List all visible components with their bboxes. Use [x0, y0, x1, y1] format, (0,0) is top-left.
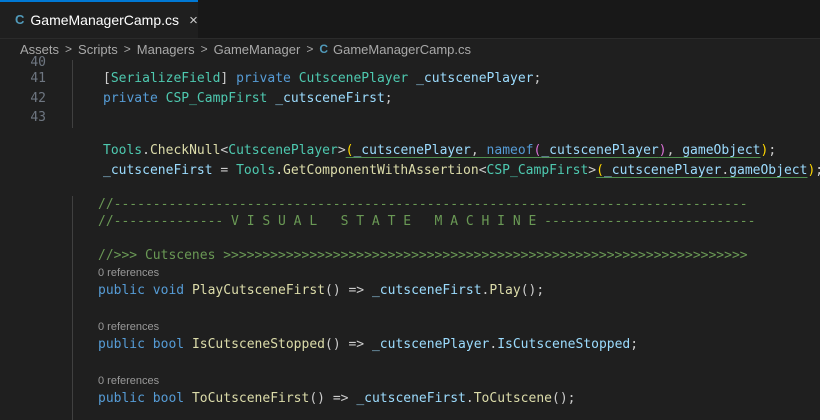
breadcrumb-item-managers[interactable]: Managers [137, 42, 195, 57]
tab-bar: C GameManagerCamp.cs × [0, 0, 820, 39]
breadcrumb-item-gamemanager[interactable]: GameManager [214, 42, 301, 57]
breadcrumb-item-file[interactable]: GameManagerCamp.cs [333, 42, 471, 57]
comment-line: //-------------- V I S U A L S T A T E M… [98, 214, 756, 229]
csharp-file-icon: C [319, 42, 329, 56]
indent-guide [72, 196, 73, 420]
chevron-right-icon: > [65, 42, 73, 56]
chevron-right-icon: > [200, 42, 208, 56]
code-line: [SerializeField] private CutscenePlayer … [103, 71, 542, 86]
codelens-references[interactable]: 0 references [98, 374, 159, 388]
code-line: Tools.CheckNull<CutscenePlayer>(_cutscen… [103, 143, 777, 158]
close-icon[interactable]: × [189, 12, 198, 29]
breadcrumb: Assets > Scripts > Managers > GameManage… [0, 38, 820, 60]
code-line: public bool ToCutsceneFirst() => _cutsce… [98, 391, 576, 406]
codelens-references[interactable]: 0 references [98, 266, 159, 280]
chevron-right-icon: > [306, 42, 314, 56]
line-number: 41 [30, 71, 46, 86]
tab-label: GameManagerCamp.cs [30, 12, 180, 28]
csharp-file-icon: C [15, 12, 25, 27]
chevron-right-icon: > [123, 42, 131, 56]
code-line: public bool IsCutsceneStopped() => _cuts… [98, 337, 639, 352]
comment-line: //>>> Cutscenes >>>>>>>>>>>>>>>>>>>>>>>>… [98, 248, 748, 263]
indent-guide [72, 60, 73, 128]
line-number: 43 [30, 110, 46, 125]
code-line: private CSP_CampFirst _cutsceneFirst; [103, 91, 393, 106]
code-line: _cutsceneFirst = Tools.GetComponentWithA… [103, 163, 820, 178]
tab-gamemanagercamp[interactable]: C GameManagerCamp.cs × [0, 0, 198, 38]
codelens-references[interactable]: 0 references [98, 320, 159, 334]
breadcrumb-item-scripts[interactable]: Scripts [78, 42, 118, 57]
line-number-gutter: 40 41 42 43 [0, 55, 60, 420]
code-line: public void PlayCutsceneFirst() => _cuts… [98, 283, 545, 298]
line-number: 42 [30, 91, 46, 106]
code-editor[interactable]: 40 41 42 43 [SerializeField] private Cut… [0, 55, 820, 420]
